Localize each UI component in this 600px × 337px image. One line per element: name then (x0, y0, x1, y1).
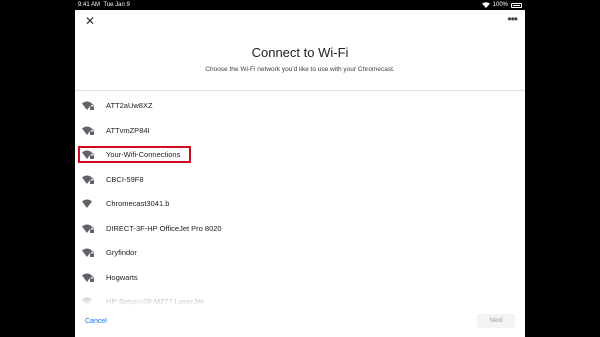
status-right: 100% (481, 0, 522, 10)
network-item[interactable]: DIRECT-3F-HP OfficeJet Pro 8020 (75, 217, 525, 241)
wifi-icon (82, 199, 92, 208)
network-item[interactable]: Gryfindor (75, 241, 525, 265)
network-item[interactable]: ATT2aUw8XZ (75, 94, 525, 118)
network-name: Chromecast3041.b (106, 199, 170, 208)
network-item[interactable]: Chromecast3041.b (75, 192, 525, 216)
dialog-topbar: ✕ ••• (75, 10, 525, 32)
network-name: Gryfindor (106, 248, 137, 257)
list-fade (75, 295, 525, 307)
wifi-dialog: ✕ ••• Connect to Wi-Fi Choose the Wi-Fi … (75, 10, 525, 337)
battery-icon (511, 2, 522, 8)
network-item[interactable]: Hogwarts (75, 266, 525, 290)
network-item[interactable]: Your-Wifi-Connections (75, 143, 525, 167)
network-item[interactable]: ATTvmZP84I (75, 119, 525, 143)
wifi-locked-icon (82, 126, 94, 135)
network-name: ATT2aUw8XZ (106, 101, 153, 110)
cancel-button[interactable]: Cancel (85, 318, 107, 325)
battery-percent: 100% (492, 2, 508, 8)
network-name: CBCI-59F8 (106, 174, 144, 184)
close-icon[interactable]: ✕ (83, 14, 97, 28)
network-name: ATTvmZP84I (106, 125, 150, 135)
network-name: DIRECT-3F-HP OfficeJet Pro 8020 (106, 223, 222, 233)
wifi-locked-icon (82, 101, 94, 110)
network-name: Hogwarts (106, 272, 138, 282)
highlight-box (78, 146, 191, 163)
wifi-locked-icon (82, 175, 94, 184)
status-bar: 9:41 AM Tue Jan 9 100% (0, 0, 600, 10)
page-subtitle: Choose the Wi-Fi network you'd like to u… (205, 66, 395, 73)
status-time: 9:41 AM Tue Jan 9 (78, 2, 130, 8)
divider (75, 90, 525, 91)
wifi-status-icon (481, 2, 490, 8)
wifi-locked-icon (82, 224, 94, 233)
next-button[interactable]: Next (477, 314, 515, 328)
network-item[interactable]: CBCI-59F8 (75, 168, 525, 192)
page-title: Connect to Wi-Fi (251, 45, 349, 60)
wifi-locked-icon (82, 273, 94, 282)
wifi-locked-icon (82, 248, 94, 257)
more-dots-icon[interactable]: ••• (507, 12, 518, 26)
